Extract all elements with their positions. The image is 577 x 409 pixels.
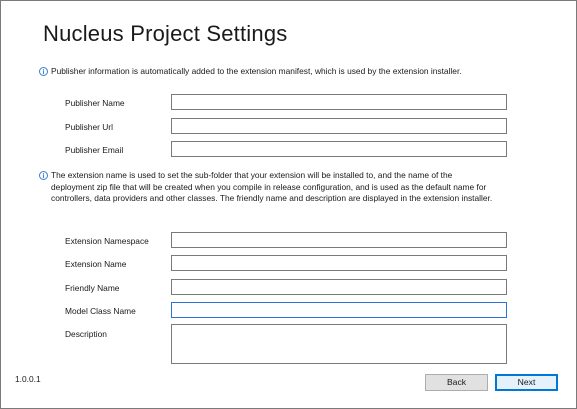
- publisher-name-label: Publisher Name: [65, 98, 125, 108]
- extension-info-note: i The extension name is used to set the …: [39, 170, 497, 205]
- model-class-name-label: Model Class Name: [65, 306, 136, 316]
- publisher-email-input[interactable]: [171, 141, 507, 157]
- extension-namespace-input[interactable]: [171, 232, 507, 248]
- extension-info-text: The extension name is used to set the su…: [51, 170, 493, 203]
- settings-window: Nucleus Project Settings i Publisher inf…: [0, 0, 577, 409]
- back-button[interactable]: Back: [425, 374, 488, 391]
- publisher-url-label: Publisher Url: [65, 122, 113, 132]
- friendly-name-label: Friendly Name: [65, 283, 120, 293]
- version-label: 1.0.0.1: [15, 374, 41, 384]
- description-label: Description: [65, 329, 107, 339]
- next-button[interactable]: Next: [495, 374, 558, 391]
- publisher-email-label: Publisher Email: [65, 145, 124, 155]
- publisher-name-input[interactable]: [171, 94, 507, 110]
- publisher-url-input[interactable]: [171, 118, 507, 134]
- info-icon: i: [39, 67, 48, 76]
- description-textarea[interactable]: [171, 324, 507, 364]
- extension-name-input[interactable]: [171, 255, 507, 271]
- model-class-name-input[interactable]: [171, 302, 507, 318]
- page-title: Nucleus Project Settings: [43, 21, 288, 46]
- extension-namespace-label: Extension Namespace: [65, 236, 149, 246]
- friendly-name-input[interactable]: [171, 279, 507, 295]
- publisher-info-note: i Publisher information is automatically…: [39, 66, 531, 78]
- publisher-info-text: Publisher information is automatically a…: [51, 66, 462, 76]
- extension-name-label: Extension Name: [65, 259, 127, 269]
- info-icon: i: [39, 171, 48, 180]
